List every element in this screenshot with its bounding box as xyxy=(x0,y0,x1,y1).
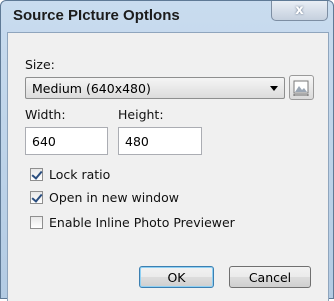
ok-button[interactable]: OK xyxy=(139,266,214,288)
size-dropdown-value: Medium (640x480) xyxy=(32,81,151,96)
inline-previewer-label: Enable Inline Photo Previewer xyxy=(49,214,235,230)
dialog-body: Size: Medium (640x480) Width: Height: Lo… xyxy=(7,32,329,301)
image-resize-icon xyxy=(293,80,309,96)
size-label: Size: xyxy=(25,57,55,72)
image-settings-button[interactable] xyxy=(289,75,314,100)
lock-ratio-option[interactable]: Lock ratio xyxy=(30,166,110,182)
cancel-button[interactable]: Cancel xyxy=(229,266,311,288)
inline-previewer-option[interactable]: Enable Inline Photo Previewer xyxy=(30,214,235,230)
close-button[interactable]: x xyxy=(271,1,328,21)
size-dropdown[interactable]: Medium (640x480) xyxy=(25,77,285,99)
open-new-window-label: Open in new window xyxy=(49,189,179,205)
inline-previewer-checkbox[interactable] xyxy=(30,215,43,229)
width-label: Width: xyxy=(25,107,66,122)
lock-ratio-label: Lock ratio xyxy=(49,166,111,182)
title-bar[interactable]: Source PIcture Optlons x xyxy=(1,1,333,31)
height-field[interactable] xyxy=(119,128,201,154)
dialog-title: Source PIcture Optlons xyxy=(13,7,180,24)
dialog-window: Source PIcture Optlons x Size: Medium (6… xyxy=(0,0,334,301)
width-field-box xyxy=(25,127,108,155)
height-field-box xyxy=(118,127,202,155)
width-field[interactable] xyxy=(26,128,107,154)
open-new-window-checkbox[interactable] xyxy=(30,190,43,204)
chevron-down-icon xyxy=(270,86,278,91)
lock-ratio-checkbox[interactable] xyxy=(30,167,43,181)
close-icon: x xyxy=(295,3,304,18)
open-new-window-option[interactable]: Open in new window xyxy=(30,189,179,205)
height-label: Height: xyxy=(118,107,164,122)
